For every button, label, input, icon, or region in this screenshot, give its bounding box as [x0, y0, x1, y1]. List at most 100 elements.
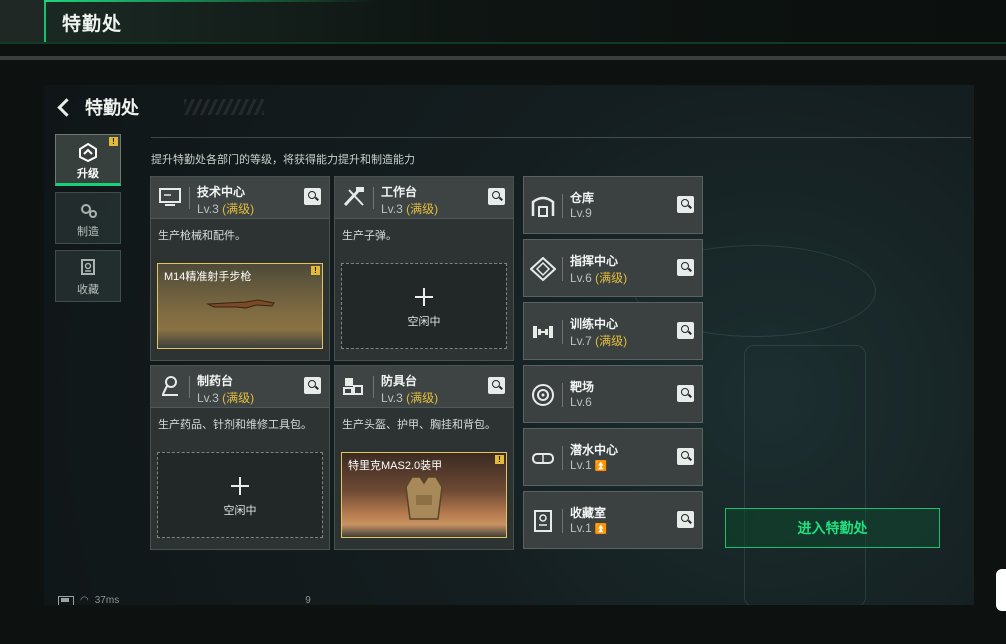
- card-header: 防具台 Lv.3 (满级): [335, 366, 513, 408]
- pharmacy-card[interactable]: 制药台 Lv.3 (满级) 生产药品、针剂和维修工具包。 空闲中: [150, 365, 330, 550]
- card-level: Lv.1 ⏫: [570, 521, 607, 535]
- search-icon[interactable]: [304, 377, 321, 394]
- header: 特勤处: [57, 95, 139, 119]
- card-separator: [189, 187, 190, 209]
- collection-room-card[interactable]: 收藏室 Lv.1 ⏫: [523, 491, 703, 549]
- card-name: 指挥中心: [570, 254, 619, 268]
- card-separator: [562, 257, 563, 281]
- search-icon[interactable]: [677, 448, 694, 465]
- card-level: Lv.7 (满级): [570, 332, 627, 349]
- plus-icon: [231, 477, 249, 495]
- plus-icon: [415, 288, 433, 306]
- gear-icon: [81, 204, 97, 218]
- special-ops-panel: 特勤处 提升特勤处各部门的等级，将获得能力提升和制造能力 升级 ! 制造 收藏 …: [44, 85, 974, 605]
- card-name: 训练中心: [570, 317, 619, 331]
- trophy-icon: [81, 259, 95, 275]
- card-header: 工作台 Lv.3 (满级): [335, 177, 513, 219]
- tab-craft-label: 制造: [77, 226, 99, 238]
- card-level: Lv.3 (满级): [197, 389, 254, 406]
- edge-handle[interactable]: [996, 569, 1006, 611]
- production-slot-empty[interactable]: 空闲中: [341, 263, 507, 349]
- tab-craft[interactable]: 制造: [55, 192, 121, 244]
- card-name: 靶场: [570, 380, 595, 394]
- card-separator: [373, 187, 374, 209]
- side-nav: 升级 ! 制造 收藏: [55, 134, 121, 308]
- workbench-card[interactable]: 工作台 Lv.3 (满级) 生产子弹。 空闲中: [334, 176, 514, 361]
- tab-collection-label: 收藏: [77, 284, 99, 296]
- upgrade-available-icon: ⏫: [594, 461, 608, 472]
- upgrade-available-icon: ⏫: [594, 524, 608, 535]
- tech-center-card[interactable]: 技术中心 Lv.3 (满级) 生产枪械和配件。 M14精准射手步枪 !: [150, 176, 330, 361]
- level-value: Lv.3: [197, 202, 219, 216]
- level-value: Lv.6: [570, 271, 592, 285]
- card-name: 制药台: [197, 374, 234, 388]
- command-icon: [530, 257, 556, 281]
- level-value: Lv.3: [381, 391, 403, 405]
- armor-bench-card[interactable]: 防具台 Lv.3 (满级) 生产头盔、护甲、胸挂和背包。 特里克MAS2.0装甲…: [334, 365, 514, 550]
- tab-upgrade[interactable]: 升级 !: [55, 134, 121, 186]
- training-center-card[interactable]: 训练中心 Lv.7 (满级): [523, 302, 703, 360]
- item-badge: !: [495, 455, 504, 464]
- battery-icon: [58, 595, 74, 605]
- card-description: 生产子弹。: [342, 230, 397, 242]
- search-icon[interactable]: [677, 322, 694, 339]
- content-top-line: [151, 137, 971, 138]
- production-slot-item[interactable]: 特里克MAS2.0装甲 !: [341, 452, 507, 538]
- production-slot-item[interactable]: M14精准射手步枪 !: [157, 263, 323, 349]
- search-icon[interactable]: [677, 511, 694, 528]
- rifle-icon: [206, 299, 275, 309]
- item-badge: !: [311, 266, 320, 275]
- max-level-tag: (满级): [406, 391, 439, 405]
- top-bar-title: 特勤处: [62, 14, 123, 35]
- search-icon[interactable]: [488, 188, 505, 205]
- status-extra: 9: [305, 595, 311, 605]
- card-name: 防具台: [381, 374, 418, 388]
- card-header: 制药台 Lv.3 (满级): [151, 366, 329, 408]
- card-separator: [562, 509, 563, 533]
- card-separator: [562, 320, 563, 344]
- level-value: Lv.1: [570, 458, 592, 472]
- max-level-tag: (满级): [595, 271, 628, 285]
- item-name: M14精准射手步枪: [164, 271, 252, 283]
- card-separator: [373, 376, 374, 398]
- search-icon[interactable]: [677, 196, 694, 213]
- command-center-card[interactable]: 指挥中心 Lv.6 (满级): [523, 239, 703, 297]
- max-level-tag: (满级): [595, 334, 628, 348]
- page-subtitle: 提升特勤处各部门的等级，将获得能力提升和制造能力: [151, 154, 415, 166]
- card-level: Lv.6: [570, 395, 592, 409]
- warehouse-card[interactable]: 仓库 Lv.9: [523, 176, 703, 234]
- card-separator: [562, 383, 563, 407]
- enter-special-ops-button[interactable]: 进入特勤处: [725, 508, 940, 548]
- search-icon[interactable]: [304, 188, 321, 205]
- diving-center-card[interactable]: 潜水中心 Lv.1 ⏫: [523, 428, 703, 486]
- card-name: 工作台: [381, 185, 418, 199]
- top-bar-glow: [44, 0, 374, 2]
- max-level-tag: (满级): [222, 391, 255, 405]
- upgrade-icon: [79, 142, 97, 162]
- card-separator: [562, 446, 563, 470]
- card-name: 技术中心: [197, 185, 246, 199]
- cubes-icon: [343, 378, 363, 395]
- back-arrow-icon[interactable]: [57, 98, 75, 116]
- card-level: Lv.3 (满级): [197, 200, 254, 217]
- tab-collection[interactable]: 收藏: [55, 250, 121, 302]
- search-icon[interactable]: [677, 259, 694, 276]
- search-icon[interactable]: [488, 377, 505, 394]
- card-level: Lv.1 ⏫: [570, 458, 607, 472]
- item-name: 特里克MAS2.0装甲: [348, 460, 443, 472]
- search-icon[interactable]: [677, 385, 694, 402]
- level-value: Lv.7: [570, 334, 592, 348]
- max-level-tag: (满级): [222, 202, 255, 216]
- tools-icon: [343, 187, 364, 207]
- top-bar: 特勤处: [0, 0, 1006, 44]
- production-slot-empty[interactable]: 空闲中: [157, 452, 323, 538]
- tab-upgrade-badge: !: [109, 137, 118, 146]
- card-description: 生产头盔、护甲、胸挂和背包。: [342, 419, 496, 431]
- bg-structure: [744, 345, 866, 605]
- card-name: 仓库: [570, 191, 595, 205]
- idle-label: 空闲中: [223, 505, 257, 517]
- shooting-range-card[interactable]: 靶场 Lv.6: [523, 365, 703, 423]
- card-level: Lv.3 (满级): [381, 200, 438, 217]
- top-divider: [0, 56, 1006, 60]
- card-separator: [189, 376, 190, 398]
